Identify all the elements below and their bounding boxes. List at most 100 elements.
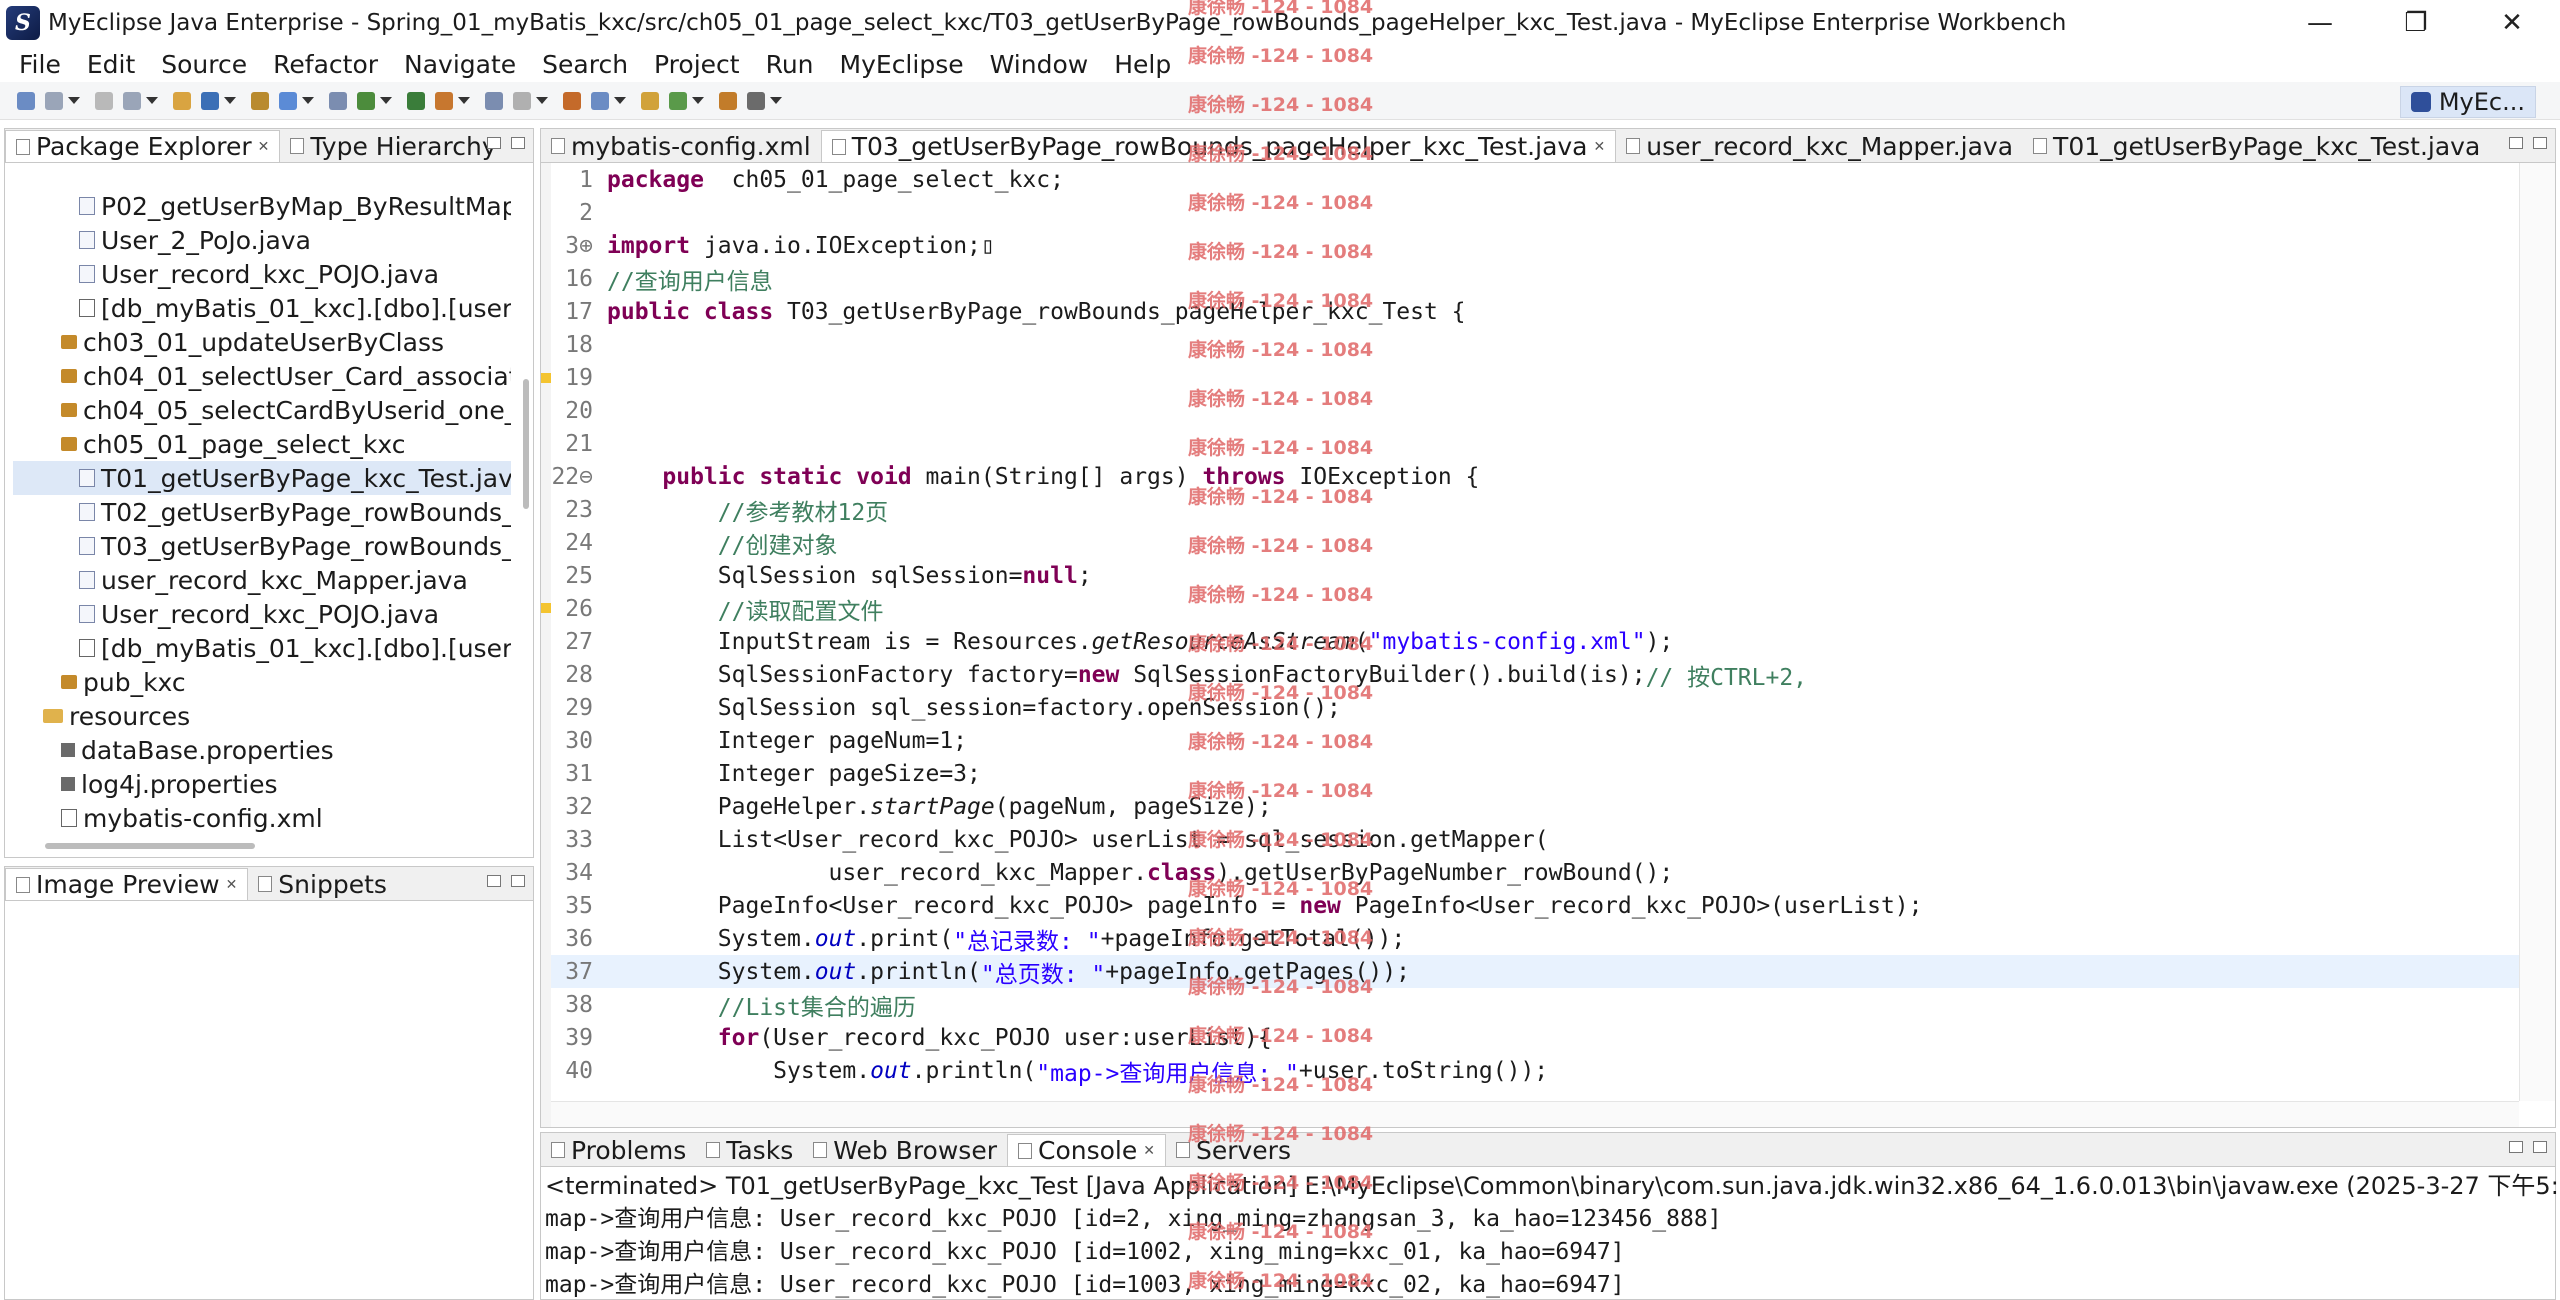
tree-item[interactable]: ch04_05_selectCardByUserid_one_m: [13, 393, 511, 427]
editor-horizontal-scrollbar[interactable]: [551, 1101, 2519, 1127]
toolbar-tool-icon[interactable]: [641, 91, 659, 110]
maximize-view-icon[interactable]: [2533, 1141, 2547, 1153]
horizontal-scrollbar[interactable]: [45, 843, 255, 849]
dropdown-arrow-icon[interactable]: [224, 97, 236, 104]
tree-item[interactable]: User_record_kxc_POJO.java: [13, 597, 511, 631]
tree-item[interactable]: [db_myBatis_01_kxc].[dbo].[user_re: [13, 631, 511, 665]
tab-package-explorer[interactable]: Package Explorer ✕: [5, 130, 281, 162]
close-icon[interactable]: ✕: [226, 877, 238, 893]
dropdown-arrow-icon[interactable]: [692, 97, 704, 104]
minimize-view-icon[interactable]: [487, 875, 501, 887]
maximize-view-icon[interactable]: [2533, 137, 2547, 149]
toolbar-tool-icon[interactable]: [485, 91, 503, 110]
dropdown-arrow-icon[interactable]: [536, 97, 548, 104]
menu-refactor[interactable]: Refactor: [260, 50, 391, 79]
toolbar-tool-icon[interactable]: [123, 91, 141, 110]
close-icon[interactable]: ✕: [258, 139, 270, 155]
warning-marker-icon[interactable]: [541, 373, 551, 383]
close-button[interactable]: ✕: [2464, 0, 2560, 46]
toolbar-tool-icon[interactable]: [173, 91, 191, 110]
tree-item[interactable]: log4j.properties: [13, 767, 511, 801]
toolbar-tool-icon[interactable]: [17, 91, 35, 110]
tree-item[interactable]: T03_getUserByPage_rowBounds_p: [13, 529, 511, 563]
line-number: 27: [565, 628, 593, 655]
toolbar-tool-icon[interactable]: [95, 91, 113, 110]
maximize-view-icon[interactable]: [511, 875, 525, 887]
dropdown-arrow-icon[interactable]: [380, 97, 392, 104]
close-icon[interactable]: ✕: [1143, 1143, 1155, 1159]
tree-item[interactable]: T02_getUserByPage_rowBounds_k: [13, 495, 511, 529]
tree-item[interactable]: T01_getUserByPage_kxc_Test.java: [13, 461, 511, 495]
tab-problems[interactable]: Problems: [541, 1134, 696, 1166]
toolbar-tool-icon[interactable]: [329, 91, 347, 110]
warning-marker-icon[interactable]: [541, 603, 551, 613]
dropdown-arrow-icon[interactable]: [68, 97, 80, 104]
tab-console[interactable]: Console ✕: [1006, 1134, 1166, 1166]
tree-item[interactable]: dataBase.properties: [13, 733, 511, 767]
toolbar-tool-icon[interactable]: [251, 91, 269, 110]
tab-type-hierarchy[interactable]: Type Hierarchy: [280, 130, 506, 162]
minimize-view-icon[interactable]: [2509, 137, 2523, 149]
tree-item[interactable]: ch05_01_page_select_kxc: [13, 427, 511, 461]
perspective-switcher[interactable]: MyEc...: [2399, 86, 2536, 118]
toolbar-tool-icon[interactable]: [357, 91, 375, 110]
toolbar-tool-icon[interactable]: [201, 91, 219, 110]
menu-navigate[interactable]: Navigate: [391, 50, 529, 79]
tab-web-browser[interactable]: Web Browser: [803, 1134, 1007, 1166]
menu-project[interactable]: Project: [641, 50, 753, 79]
menu-run[interactable]: Run: [753, 50, 827, 79]
editor-tab[interactable]: mybatis-config.xml: [541, 130, 821, 162]
toolbar-tool-icon[interactable]: [719, 91, 737, 110]
code-line: 35 PageInfo<User_record_kxc_POJO> pageIn…: [551, 889, 2519, 922]
menu-file[interactable]: File: [6, 50, 74, 79]
tab-snippets[interactable]: Snippets: [248, 868, 397, 900]
console-output[interactable]: map->查询用户信息: User_record_kxc_POJO [id=2,…: [541, 1199, 2525, 1299]
tree-item[interactable]: User_2_PoJo.java: [13, 223, 511, 257]
minimize-button[interactable]: —: [2272, 0, 2368, 46]
editor-tab[interactable]: user_record_kxc_Mapper.java: [1616, 130, 2023, 162]
toolbar-tool-icon[interactable]: [279, 91, 297, 110]
toolbar-tool-icon[interactable]: [591, 91, 609, 110]
package-icon: [61, 437, 77, 451]
toolbar-tool-icon[interactable]: [407, 91, 425, 110]
tab-image-preview[interactable]: Image Preview ✕: [5, 868, 249, 900]
tab-tasks[interactable]: Tasks: [696, 1134, 803, 1166]
java-file-icon: [79, 605, 95, 623]
editor-vertical-scrollbar[interactable]: [2519, 163, 2555, 1101]
vertical-scrollbar[interactable]: [523, 379, 529, 509]
toolbar-tool-icon[interactable]: [435, 91, 453, 110]
code-editor[interactable]: 1 package ch05_01_page_select_kxc; 2 3⊕ impo…: [551, 163, 2519, 1101]
minimize-view-icon[interactable]: [487, 137, 501, 149]
tree-item[interactable]: mybatis-config.xml: [13, 801, 511, 833]
tree-item[interactable]: [db_myBatis_01_kxc].[dbo].[user_re: [13, 291, 511, 325]
dropdown-arrow-icon[interactable]: [614, 97, 626, 104]
maximize-view-icon[interactable]: [511, 137, 525, 149]
tree-item[interactable]: User_record_kxc_POJO.java: [13, 257, 511, 291]
close-icon[interactable]: ✕: [1594, 139, 1606, 155]
toolbar-tool-icon[interactable]: [513, 91, 531, 110]
code-token: SqlSession sqlSession=: [607, 562, 1023, 589]
menu-myeclipse[interactable]: MyEclipse: [827, 50, 977, 79]
menu-source[interactable]: Source: [148, 50, 260, 79]
toolbar-tool-icon[interactable]: [747, 91, 765, 110]
dropdown-arrow-icon[interactable]: [458, 97, 470, 104]
toolbar-tool-icon[interactable]: [563, 91, 581, 110]
toolbar-tool-icon[interactable]: [669, 91, 687, 110]
minimize-view-icon[interactable]: [2509, 1141, 2523, 1153]
menu-help[interactable]: Help: [1101, 50, 1184, 79]
tree-item[interactable]: user_record_kxc_Mapper.java: [13, 563, 511, 597]
toolbar-tool-icon[interactable]: [45, 91, 63, 110]
editor-tab[interactable]: T01_getUserByPage_kxc_Test.java: [2023, 130, 2490, 162]
dropdown-arrow-icon[interactable]: [302, 97, 314, 104]
tree-item[interactable]: P02_getUserByMap_ByResultMap_: [13, 189, 511, 223]
tree-item[interactable]: ch03_01_updateUserByClass: [13, 325, 511, 359]
menu-window[interactable]: Window: [977, 50, 1102, 79]
tree-item[interactable]: pub_kxc: [13, 665, 511, 699]
menu-search[interactable]: Search: [529, 50, 641, 79]
tree-item[interactable]: ch04_01_selectUser_Card_associatio: [13, 359, 511, 393]
dropdown-arrow-icon[interactable]: [770, 97, 782, 104]
maximize-button[interactable]: ❐: [2368, 0, 2464, 46]
menu-edit[interactable]: Edit: [74, 50, 148, 79]
tree-item[interactable]: resources: [13, 699, 511, 733]
dropdown-arrow-icon[interactable]: [146, 97, 158, 104]
